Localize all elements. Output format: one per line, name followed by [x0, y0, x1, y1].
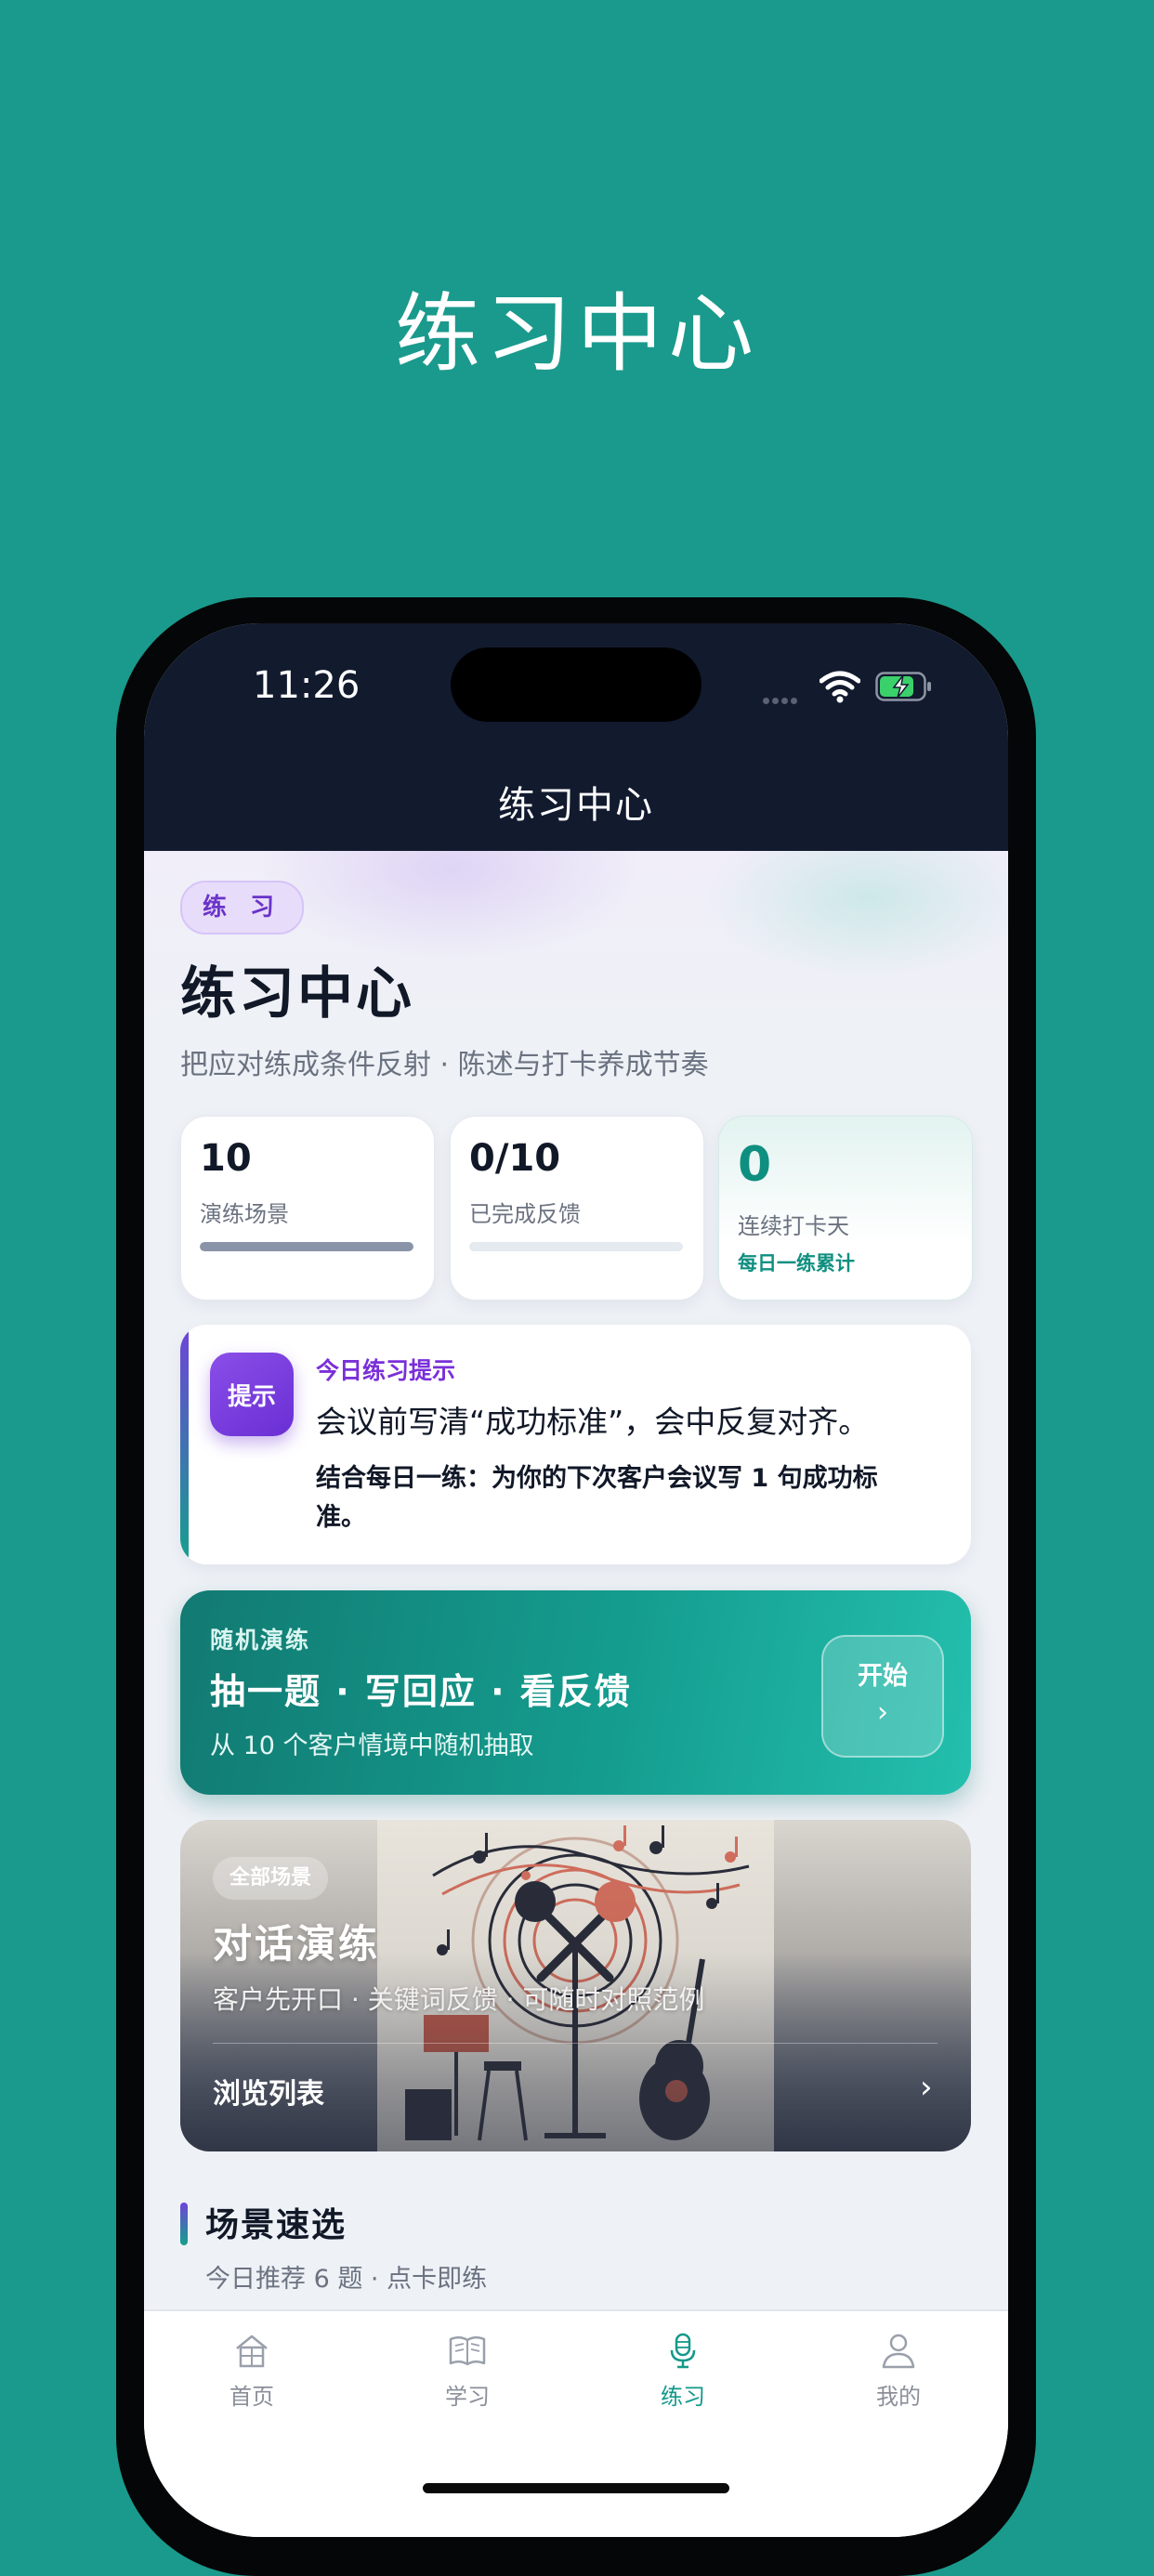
stat-card-scenes: 10 演练场景: [180, 1116, 435, 1301]
stat-card-feedback: 0/10 已完成反馈: [450, 1116, 704, 1301]
stat-value: 0/10: [469, 1137, 561, 1180]
random-subtitle: 从 10 个客户情境中随机抽取: [210, 1732, 534, 1760]
tab-profile[interactable]: 我的: [791, 2330, 1006, 2411]
all-scenes-card[interactable]: 全部场景 对话演练 客户先开口 · 关键词反馈 · 可随时对照范例 浏览列表 ›: [180, 1820, 971, 2151]
tip-badge: 提示: [210, 1353, 294, 1436]
tab-label: 我的: [876, 2384, 921, 2410]
stat-label: 已完成反馈: [469, 1201, 581, 1227]
progress-fill: [200, 1242, 413, 1251]
home-icon: [236, 2334, 268, 2368]
chevron-right-icon[interactable]: ›: [920, 2069, 933, 2106]
chevron-right-icon: ›: [877, 1696, 888, 1729]
tab-label: 首页: [229, 2384, 274, 2410]
section-tag: 练 习: [180, 881, 305, 935]
status-time: 11:26: [253, 664, 361, 707]
signal-dots-icon: [763, 690, 807, 704]
random-eyebrow: 随机演练: [210, 1627, 311, 1654]
stat-value: 0: [738, 1137, 772, 1193]
page-title: 练习中心: [180, 961, 414, 1026]
promo-headline: 练习中心: [394, 284, 759, 384]
top-bar: 11:26 练习中心: [144, 623, 1008, 851]
dynamic-island: [451, 647, 702, 722]
random-practice-card[interactable]: 随机演练 抽一题 · 写回应 · 看反馈 从 10 个客户情境中随机抽取 开始 …: [180, 1590, 971, 1795]
scene-subtitle: 客户先开口 · 关键词反馈 · 可随时对照范例: [213, 1984, 705, 2015]
page-subtitle: 把应对练成条件反射 · 陈述与打卡养成节奏: [180, 1049, 709, 1081]
divider: [213, 2043, 938, 2044]
phone-screen: 11:26 练习中心 练 习 练习中心 把应对练成条件反射 · 陈述与打卡养成节…: [144, 623, 1008, 2537]
stat-label: 连续打卡天: [738, 1213, 849, 1239]
start-button[interactable]: 开始 ›: [821, 1635, 944, 1758]
tab-label: 学习: [445, 2384, 490, 2410]
tip-accent-stripe: [180, 1325, 189, 1564]
random-title: 抽一题 · 写回应 · 看反馈: [210, 1671, 632, 1712]
microphone-icon: [670, 2333, 696, 2369]
home-indicator[interactable]: [423, 2483, 729, 2493]
battery-icon: [875, 672, 931, 701]
tab-label: 练习: [661, 2384, 705, 2410]
daily-tip-card[interactable]: 提示 今日练习提示 会议前写清“成功标准”，会中反复对齐。 结合每日一练：为你的…: [180, 1325, 971, 1564]
book-icon: [449, 2336, 486, 2366]
tab-study[interactable]: 学习: [360, 2330, 575, 2411]
person-icon: [882, 2334, 915, 2369]
tip-body: 会议前写清“成功标准”，会中反复对齐。: [316, 1404, 870, 1440]
section-subtitle: 今日推荐 6 题 · 点卡即练: [205, 2265, 488, 2294]
scene-pill: 全部场景: [213, 1857, 329, 1900]
stat-note: 每日一练累计: [738, 1252, 855, 1275]
nav-title: 练习中心: [498, 784, 654, 827]
start-label: 开始: [858, 1662, 908, 1691]
scene-title: 对话演练: [213, 1921, 381, 1967]
section-accent-bar: [180, 2203, 188, 2245]
tip-heading: 今日练习提示: [316, 1357, 456, 1384]
browse-list-link[interactable]: 浏览列表: [213, 2071, 324, 2112]
main-content[interactable]: 练 习 练习中心 把应对练成条件反射 · 陈述与打卡养成节奏 10 演练场景 0…: [144, 851, 1008, 2309]
tab-home[interactable]: 首页: [144, 2330, 360, 2411]
stat-label: 演练场景: [200, 1201, 289, 1227]
tip-detail: 结合每日一练：为你的下次客户会议写 1 句成功标准。: [316, 1464, 878, 1532]
wifi-icon: [820, 671, 860, 703]
tab-practice[interactable]: 练习: [575, 2330, 791, 2411]
tab-bar: 首页 学习 练习 我的: [144, 2309, 1008, 2537]
section-title: 场景速选: [205, 2206, 348, 2244]
progress-bar: [200, 1242, 413, 1251]
stat-card-streak: 0 连续打卡天 每日一练累计: [718, 1116, 973, 1301]
stat-value: 10: [200, 1137, 252, 1180]
progress-bar: [469, 1242, 683, 1251]
